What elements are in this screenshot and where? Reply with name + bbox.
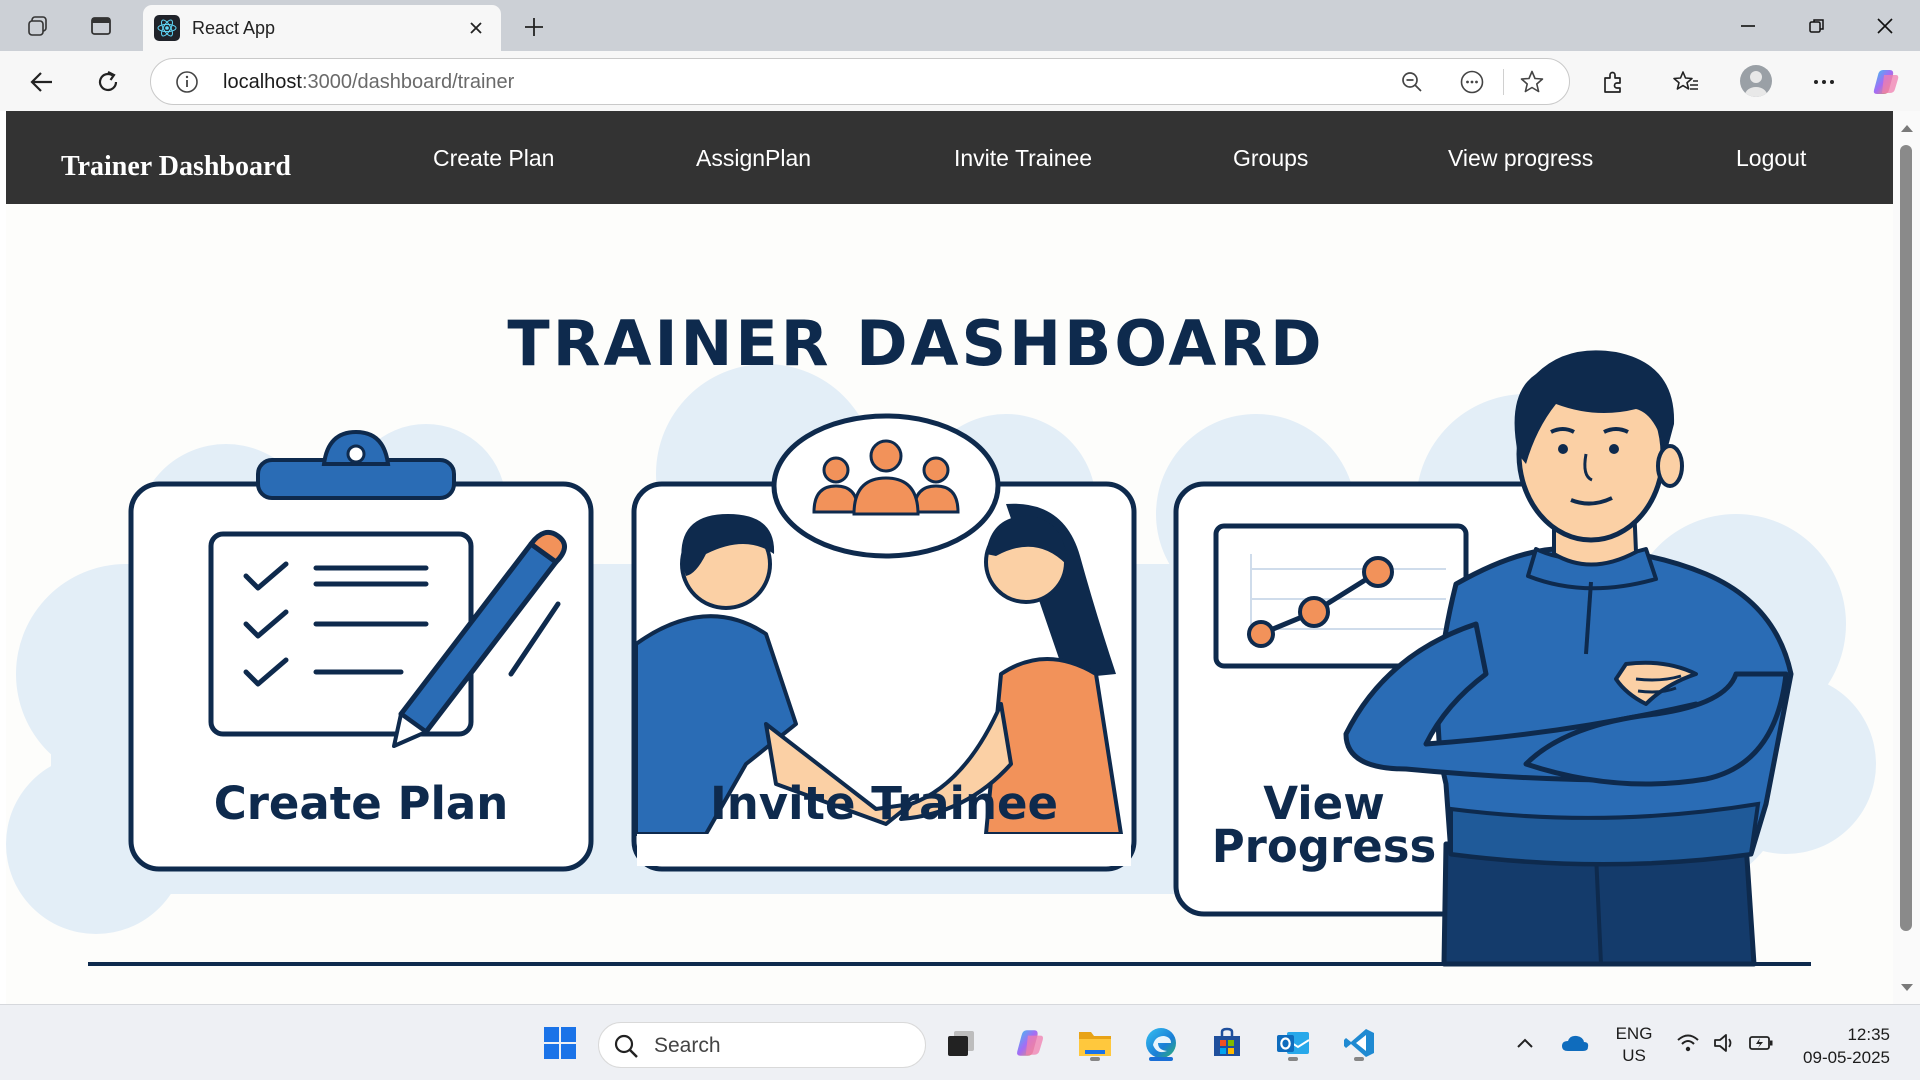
scroll-down-icon[interactable] [1893, 977, 1920, 999]
nav-view-progress[interactable]: View progress [1448, 145, 1593, 172]
nav-assign-plan[interactable]: AssignPlan [696, 145, 811, 172]
hero-title: TRAINER DASHBOARD [507, 307, 1324, 380]
active-indicator [1149, 1057, 1173, 1061]
profile-avatar[interactable] [1740, 65, 1772, 97]
dashboard-hero-illustration: TRAINER DASHBOARD Create Plan Invite Tra… [6, 204, 1893, 1004]
show-hidden-icons-chevron-icon[interactable] [1505, 1021, 1545, 1065]
nav-invite-trainee[interactable]: Invite Trainee [954, 145, 1092, 172]
search-icon [614, 1034, 638, 1058]
zoom-out-icon[interactable] [1399, 69, 1425, 95]
card-create-plan-label: Create Plan [214, 777, 509, 830]
copilot-icon[interactable] [1869, 65, 1903, 99]
keyboard-region: US [1622, 1046, 1646, 1065]
wifi-icon[interactable] [1670, 1021, 1706, 1065]
favorite-star-icon[interactable] [1519, 69, 1545, 95]
language-code: ENG [1615, 1024, 1653, 1043]
close-window-icon[interactable] [1863, 8, 1907, 44]
tab-title: React App [192, 18, 276, 38]
running-indicator [1090, 1057, 1100, 1061]
favorites-icon[interactable] [1669, 65, 1703, 99]
clock[interactable]: 12:35 09-05-2025 [1792, 1023, 1902, 1069]
input-language[interactable]: ENG US [1604, 1023, 1664, 1067]
clock-time: 12:35 [1847, 1025, 1890, 1044]
windows-start-icon[interactable] [538, 1021, 582, 1065]
new-tab-button[interactable] [518, 11, 550, 43]
scrollbar-thumb[interactable] [1900, 145, 1912, 931]
task-view-icon[interactable] [939, 1021, 983, 1065]
search-placeholder: Search [654, 1034, 721, 1057]
close-tab-icon[interactable] [463, 15, 489, 41]
nav-groups[interactable]: Groups [1233, 145, 1308, 172]
taskbar-search[interactable]: Search [598, 1022, 926, 1068]
running-indicator [1288, 1057, 1298, 1061]
omnibox-divider [1503, 69, 1504, 95]
clock-date: 09-05-2025 [1803, 1048, 1890, 1067]
extensions-icon[interactable] [1596, 65, 1630, 99]
vertical-tabs-icon[interactable] [87, 12, 115, 40]
address-bar[interactable]: localhost:3000/dashboard/trainer [150, 58, 1570, 105]
browser-tab-strip: React App [0, 0, 1920, 51]
app-navbar: Trainer Dashboard Create Plan AssignPlan… [6, 111, 1893, 204]
running-indicator [1354, 1057, 1364, 1061]
browser-tab-active[interactable]: React App [143, 5, 501, 51]
windows-taskbar: Search ENG US 12:35 09-05-2025 [0, 1004, 1920, 1080]
react-logo-icon [154, 15, 180, 41]
page-viewport: Trainer Dashboard Create Plan AssignPlan… [6, 111, 1893, 1004]
navbar-brand[interactable]: Trainer Dashboard [61, 151, 291, 183]
card-view-progress-label-line2: Progress [1212, 820, 1437, 873]
outlook-icon[interactable] [1271, 1021, 1315, 1065]
copilot-app-icon[interactable] [1008, 1021, 1052, 1065]
back-arrow-icon[interactable] [25, 65, 59, 99]
minimize-icon[interactable] [1726, 8, 1770, 44]
vscode-icon[interactable] [1337, 1021, 1381, 1065]
nav-create-plan[interactable]: Create Plan [433, 145, 554, 172]
workspaces-icon[interactable] [24, 12, 52, 40]
microsoft-store-icon[interactable] [1205, 1021, 1249, 1065]
battery-charging-icon[interactable] [1743, 1021, 1779, 1065]
url-text[interactable]: localhost:3000/dashboard/trainer [223, 71, 514, 94]
card-invite-trainee-label: Invite Trainee [710, 777, 1058, 830]
onedrive-cloud-icon[interactable] [1553, 1021, 1597, 1065]
file-explorer-icon[interactable] [1073, 1021, 1117, 1065]
refresh-icon[interactable] [91, 65, 125, 99]
card-invite-trainee[interactable]: Invite Trainee [631, 413, 1137, 872]
nav-logout[interactable]: Logout [1736, 145, 1806, 172]
url-host: localhost [223, 71, 302, 93]
page-scrollbar[interactable] [1893, 111, 1920, 1004]
more-options-icon[interactable] [1807, 65, 1841, 99]
site-info-icon[interactable] [175, 70, 199, 94]
url-path: :3000/dashboard/trainer [301, 71, 515, 93]
card-create-plan[interactable]: Create Plan [128, 429, 594, 872]
volume-icon[interactable] [1706, 1021, 1742, 1065]
scroll-up-icon[interactable] [1893, 117, 1920, 139]
browser-toolbar: localhost:3000/dashboard/trainer [0, 51, 1920, 111]
restore-icon[interactable] [1795, 8, 1839, 44]
read-aloud-icon[interactable] [1459, 69, 1485, 95]
edge-browser-icon[interactable] [1139, 1021, 1183, 1065]
